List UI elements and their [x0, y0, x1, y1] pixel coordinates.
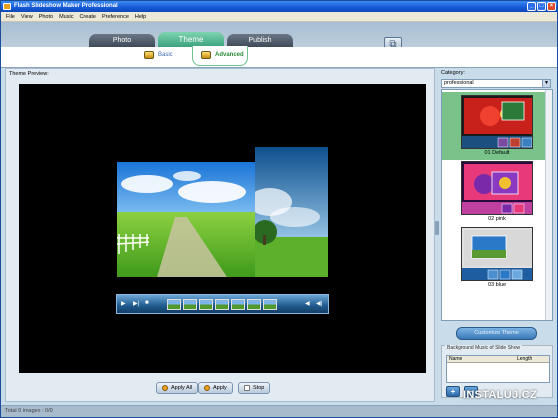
menu-music[interactable]: Music — [56, 14, 76, 20]
category-label: Category: — [441, 70, 465, 76]
player-prev-button[interactable]: ◀ — [305, 300, 310, 307]
preview-player-bar: ▶ ▶| ■ ◀ ◀| — [116, 294, 329, 314]
add-music-button[interactable]: + — [446, 386, 460, 397]
app-window: Flash Slideshow Maker Professional _ □ ×… — [0, 0, 558, 418]
preview-actions: Apply All Apply Stop — [6, 382, 436, 396]
apply-label: Apply — [213, 385, 227, 391]
menu-file[interactable]: File — [3, 14, 18, 20]
apply-all-button[interactable]: Apply All — [156, 382, 199, 394]
player-thumb[interactable] — [231, 299, 245, 310]
app-icon — [3, 3, 11, 10]
player-thumb[interactable] — [167, 299, 181, 310]
subtab-advanced[interactable]: Advanced — [201, 51, 244, 59]
theme-list-scrollbar[interactable] — [545, 90, 552, 320]
player-next-button[interactable]: ▶| — [133, 300, 139, 307]
apply-button[interactable]: Apply — [198, 382, 233, 394]
background-music-label: Background Music of Slide Show — [445, 345, 523, 351]
preview-stage: ▶ ▶| ■ ◀ ◀| — [19, 84, 426, 373]
menu-view[interactable]: View — [18, 14, 36, 20]
player-stop-button[interactable]: ■ — [145, 300, 149, 306]
player-thumb[interactable] — [215, 299, 229, 310]
stop-label: Stop — [253, 385, 265, 391]
theme-item-blue[interactable]: 03 blue — [442, 224, 552, 292]
subtab-advanced-label: Advanced — [215, 52, 244, 58]
theme-item-default[interactable]: 01 Default — [442, 92, 552, 160]
table-header: Name Length — [447, 356, 549, 363]
basic-icon — [144, 51, 154, 59]
preview-panel: Theme Preview: ▶ ▶| ■ ◀ ◀| Apply All App… — [5, 68, 435, 402]
player-thumb[interactable] — [247, 299, 261, 310]
chevron-down-icon[interactable]: ▼ — [542, 80, 550, 87]
col-name-header[interactable]: Name — [449, 356, 462, 362]
theme-thumbnail — [461, 95, 533, 149]
theme-thumbnail — [461, 227, 533, 281]
player-thumb[interactable] — [263, 299, 277, 310]
window-title: Flash Slideshow Maker Professional — [14, 3, 118, 9]
player-thumb[interactable] — [199, 299, 213, 310]
subtab-basic-label: Basic — [158, 52, 173, 58]
customize-theme-button[interactable]: Customize Theme — [456, 327, 537, 340]
theme-item-pink[interactable]: 02 pink — [442, 158, 552, 226]
preview-label: Theme Preview: — [9, 71, 49, 77]
header: Photo Theme Publish ⧉ Basic Advanced — [1, 22, 557, 68]
titlebar: Flash Slideshow Maker Professional _ □ × — [1, 1, 557, 12]
menu-help[interactable]: Help — [132, 14, 149, 20]
player-play-button[interactable]: ▶ — [121, 300, 126, 307]
status-bar: Total 0 images : 0/0 — [1, 405, 557, 417]
category-select[interactable]: professional ▼ — [441, 79, 551, 88]
apply-icon — [204, 385, 210, 391]
background-music-table[interactable]: Name Length — [446, 355, 550, 383]
theme-thumbnail — [461, 161, 533, 215]
subtab-basic[interactable]: Basic — [144, 51, 173, 59]
subtabs: Basic Advanced — [1, 46, 557, 67]
menu-create[interactable]: Create — [76, 14, 99, 20]
theme-panel: Category: professional ▼ 01 Default 02 p… — [439, 68, 555, 402]
theme-name: 01 Default — [484, 150, 510, 156]
watermark: INSTALUJ.CZ — [463, 389, 537, 401]
maximize-button[interactable]: □ — [537, 2, 546, 11]
menu-preference[interactable]: Preference — [99, 14, 132, 20]
category-value: professional — [444, 80, 474, 86]
player-thumb[interactable] — [183, 299, 197, 310]
tab-theme[interactable]: Theme — [158, 32, 224, 47]
tab-photo[interactable]: Photo — [89, 34, 155, 47]
menubar: File View Photo Music Create Preference … — [1, 12, 557, 22]
preview-photo-meadow — [117, 162, 257, 277]
preview-photo-tree — [255, 147, 328, 277]
player-prev-alt-button[interactable]: ◀| — [316, 300, 322, 307]
theme-list: 01 Default 02 pink 03 blue — [441, 89, 553, 321]
stop-button[interactable]: Stop — [238, 382, 271, 394]
advanced-icon — [201, 51, 211, 59]
apply-all-icon — [162, 385, 168, 391]
col-length-header[interactable]: Length — [517, 356, 532, 362]
stop-icon — [244, 385, 250, 391]
minimize-button[interactable]: _ — [527, 2, 536, 11]
theme-name: 02 pink — [488, 216, 506, 222]
menu-photo[interactable]: Photo — [36, 14, 56, 20]
close-button[interactable]: × — [547, 2, 556, 11]
theme-name: 03 blue — [487, 282, 507, 288]
apply-all-label: Apply All — [171, 385, 193, 391]
